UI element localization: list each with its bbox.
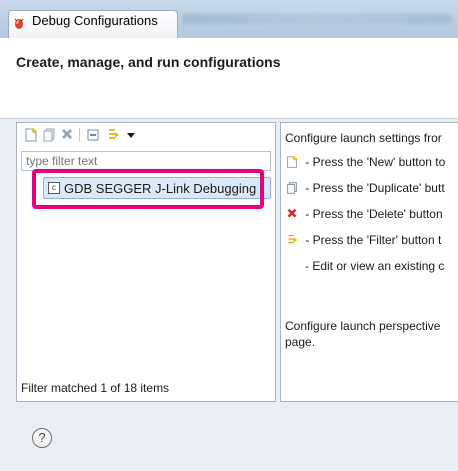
instruction-filter-text: - Press the 'Filter' button t (302, 233, 442, 247)
instruction-edit: - Edit or view an existing c (305, 259, 445, 273)
dialog-header: Create, manage, and run configurations (0, 38, 458, 119)
collapse-all-icon[interactable] (85, 127, 101, 143)
debug-bug-icon (14, 18, 24, 29)
new-configuration-icon (287, 155, 298, 168)
instruction-new-text: - Press the 'New' button to (302, 155, 446, 169)
new-configuration-icon[interactable] (23, 127, 39, 143)
background-window-tabs (182, 14, 452, 24)
c-launch-icon: c (48, 182, 60, 194)
instruction-new: - Press the 'New' button to (285, 155, 445, 169)
instruction-delete-text: - Press the 'Delete' button (302, 207, 443, 221)
duplicate-icon[interactable] (41, 127, 57, 143)
configurations-panel: c GDB SEGGER J-Link Debugging Filter mat… (16, 122, 276, 402)
instruction-duplicate-text: - Press the 'Duplicate' butt (302, 181, 445, 195)
filter-icon[interactable] (105, 127, 121, 143)
title-bar: Debug Configurations (0, 0, 458, 38)
help-button[interactable]: ? (32, 428, 52, 448)
instruction-intro: Configure launch settings fror (285, 131, 442, 145)
instruction-delete: - Press the 'Delete' button (285, 207, 443, 221)
help-icon: ? (38, 430, 46, 445)
window-title: Debug Configurations (32, 13, 158, 28)
filter-input[interactable] (21, 151, 271, 171)
instruction-duplicate: - Press the 'Duplicate' butt (285, 181, 445, 195)
delete-icon[interactable] (59, 127, 75, 143)
instructions-panel: Configure launch settings fror - Press t… (280, 122, 458, 402)
instruction-filter: - Press the 'Filter' button t (285, 233, 441, 247)
toolbar-separator (79, 128, 80, 142)
duplicate-icon (287, 182, 297, 194)
filter-status: Filter matched 1 of 18 items (21, 381, 170, 395)
filter-icon (288, 234, 298, 244)
tree-item-label: GDB SEGGER J-Link Debugging (64, 181, 257, 196)
instruction-perspective-cont: page. (285, 335, 316, 349)
page-title: Create, manage, and run configurations (16, 54, 281, 70)
dropdown-arrow-icon[interactable] (123, 127, 139, 143)
instruction-perspective: Configure launch perspective (285, 319, 441, 333)
configurations-toolbar (23, 127, 223, 145)
tree-item-gdb-segger-jlink[interactable]: c GDB SEGGER J-Link Debugging (43, 177, 271, 199)
delete-icon (287, 208, 297, 218)
